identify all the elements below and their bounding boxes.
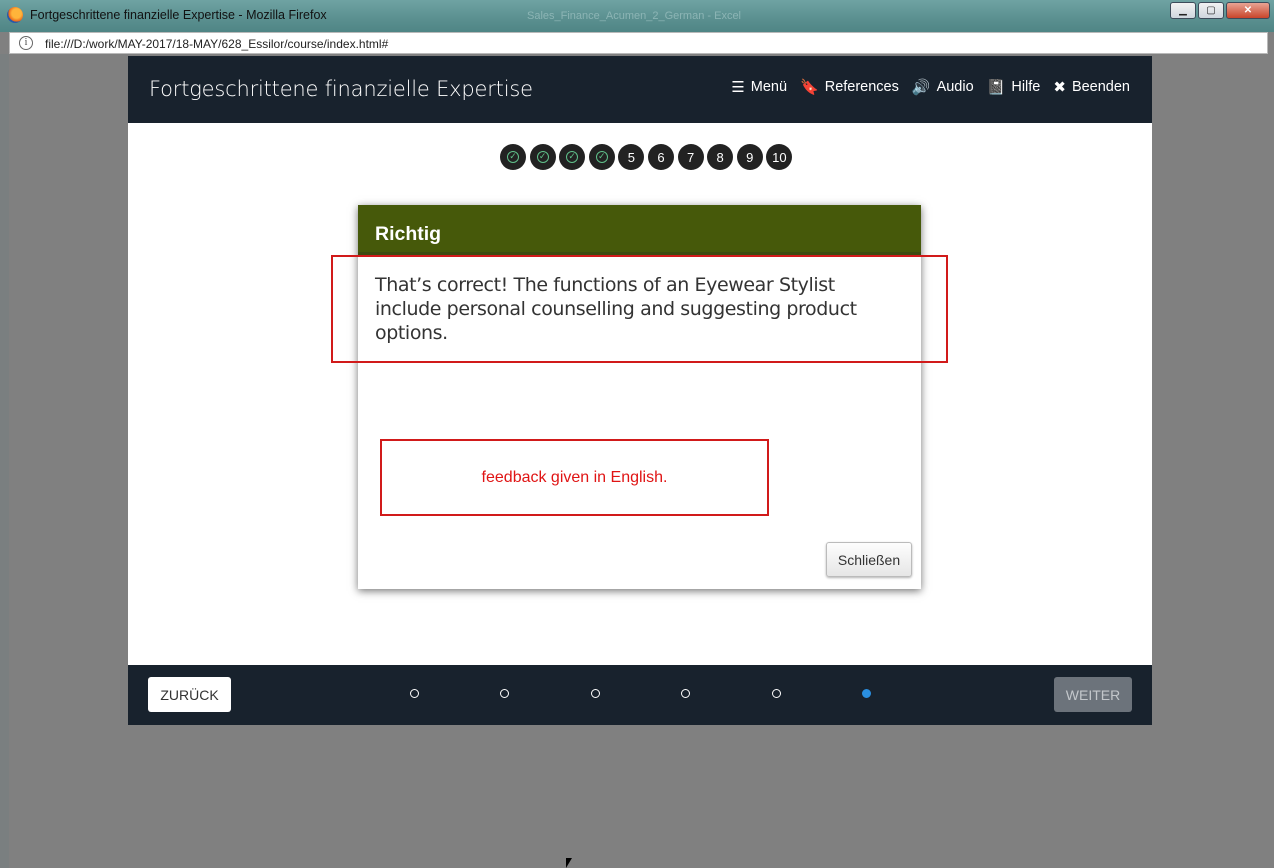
- modal-title: Richtig: [358, 205, 921, 257]
- course-header: Fortgeschrittene finanzielle Expertise ☰…: [128, 56, 1152, 123]
- check-icon: ✓: [507, 151, 519, 163]
- help-label: Hilfe: [1011, 79, 1041, 95]
- exit-button[interactable]: ✖ Beenden: [1053, 79, 1130, 95]
- step-5[interactable]: 5: [618, 144, 645, 170]
- background-window-title: Sales_Finance_Acumen_2_German - Excel: [527, 10, 742, 22]
- url-text[interactable]: file:///D:/work/MAY-2017/18-MAY/628_Essi…: [45, 37, 388, 51]
- header-nav: ☰ Menü 🔖 References 🔊 Audio 📓 Hilfe ✖ Be…: [731, 79, 1130, 95]
- page-dot[interactable]: [591, 689, 600, 698]
- step-10[interactable]: 10: [766, 144, 793, 170]
- page-dot[interactable]: [681, 689, 690, 698]
- annotation-highlight-box: [331, 255, 948, 363]
- content-area: ✓ ✓ ✓ ✓ 5 6 7 8 9 10 Richtig That’s correct! The …: [128, 123, 1152, 665]
- step-6[interactable]: 6: [647, 144, 674, 170]
- references-button[interactable]: 🔖 References: [800, 79, 899, 95]
- check-icon: ✓: [595, 151, 608, 163]
- page-dot[interactable]: [862, 689, 871, 698]
- step-9[interactable]: 9: [736, 144, 763, 170]
- close-icon: ✖: [1053, 78, 1066, 96]
- course-title: Fortgeschrittene finanzielle Expertise: [149, 77, 533, 101]
- window-title: Fortgeschrittene finanzielle Expertise -…: [30, 8, 327, 22]
- firefox-logo-icon: [7, 7, 23, 23]
- url-bar[interactable]: i file:///D:/work/MAY-2017/18-MAY/628_Es…: [9, 32, 1268, 54]
- step-8[interactable]: 8: [707, 144, 734, 170]
- course-footer: ZURÜCK WEITER: [128, 665, 1152, 725]
- question-progress: ✓ ✓ ✓ ✓ 5 6 7 8 9 10: [500, 144, 793, 170]
- close-window-button[interactable]: ✕: [1226, 2, 1270, 19]
- step-completed[interactable]: ✓: [529, 144, 556, 170]
- page-dot[interactable]: [772, 689, 781, 698]
- help-button[interactable]: 📓 Hilfe: [987, 79, 1041, 95]
- page-dot[interactable]: [500, 689, 509, 698]
- menu-icon: ☰: [731, 78, 745, 96]
- check-icon: ✓: [536, 151, 549, 163]
- references-label: References: [824, 79, 899, 95]
- menu-button[interactable]: ☰ Menü: [731, 79, 787, 95]
- step-completed[interactable]: ✓: [500, 144, 526, 170]
- speaker-icon: 🔊: [911, 78, 931, 96]
- maximize-button[interactable]: ▢: [1198, 2, 1224, 19]
- step-completed[interactable]: ✓: [559, 144, 586, 170]
- step-completed[interactable]: ✓: [588, 144, 615, 170]
- window-titlebar: Fortgeschrittene finanzielle Expertise -…: [0, 0, 1274, 32]
- next-button[interactable]: WEITER: [1054, 677, 1132, 712]
- check-icon: ✓: [566, 151, 579, 163]
- window-frame: [0, 54, 9, 868]
- page-dot[interactable]: [410, 689, 419, 698]
- audio-button[interactable]: 🔊 Audio: [912, 79, 974, 95]
- book-icon: 📓: [986, 78, 1006, 96]
- menu-label: Menü: [750, 79, 788, 95]
- back-button[interactable]: ZURÜCK: [148, 677, 231, 712]
- minimize-button[interactable]: ▁: [1170, 2, 1196, 19]
- annotation-comment-box: feedback given in English.: [380, 439, 769, 516]
- bookmark-icon: 🔖: [800, 78, 819, 96]
- mouse-cursor-icon: [566, 858, 572, 868]
- info-icon[interactable]: i: [19, 36, 33, 50]
- annotation-comment-text: feedback given in English.: [481, 469, 668, 486]
- close-modal-button[interactable]: Schließen: [826, 542, 912, 577]
- audio-label: Audio: [936, 79, 974, 95]
- step-7[interactable]: 7: [677, 144, 704, 170]
- exit-label: Beenden: [1071, 79, 1130, 95]
